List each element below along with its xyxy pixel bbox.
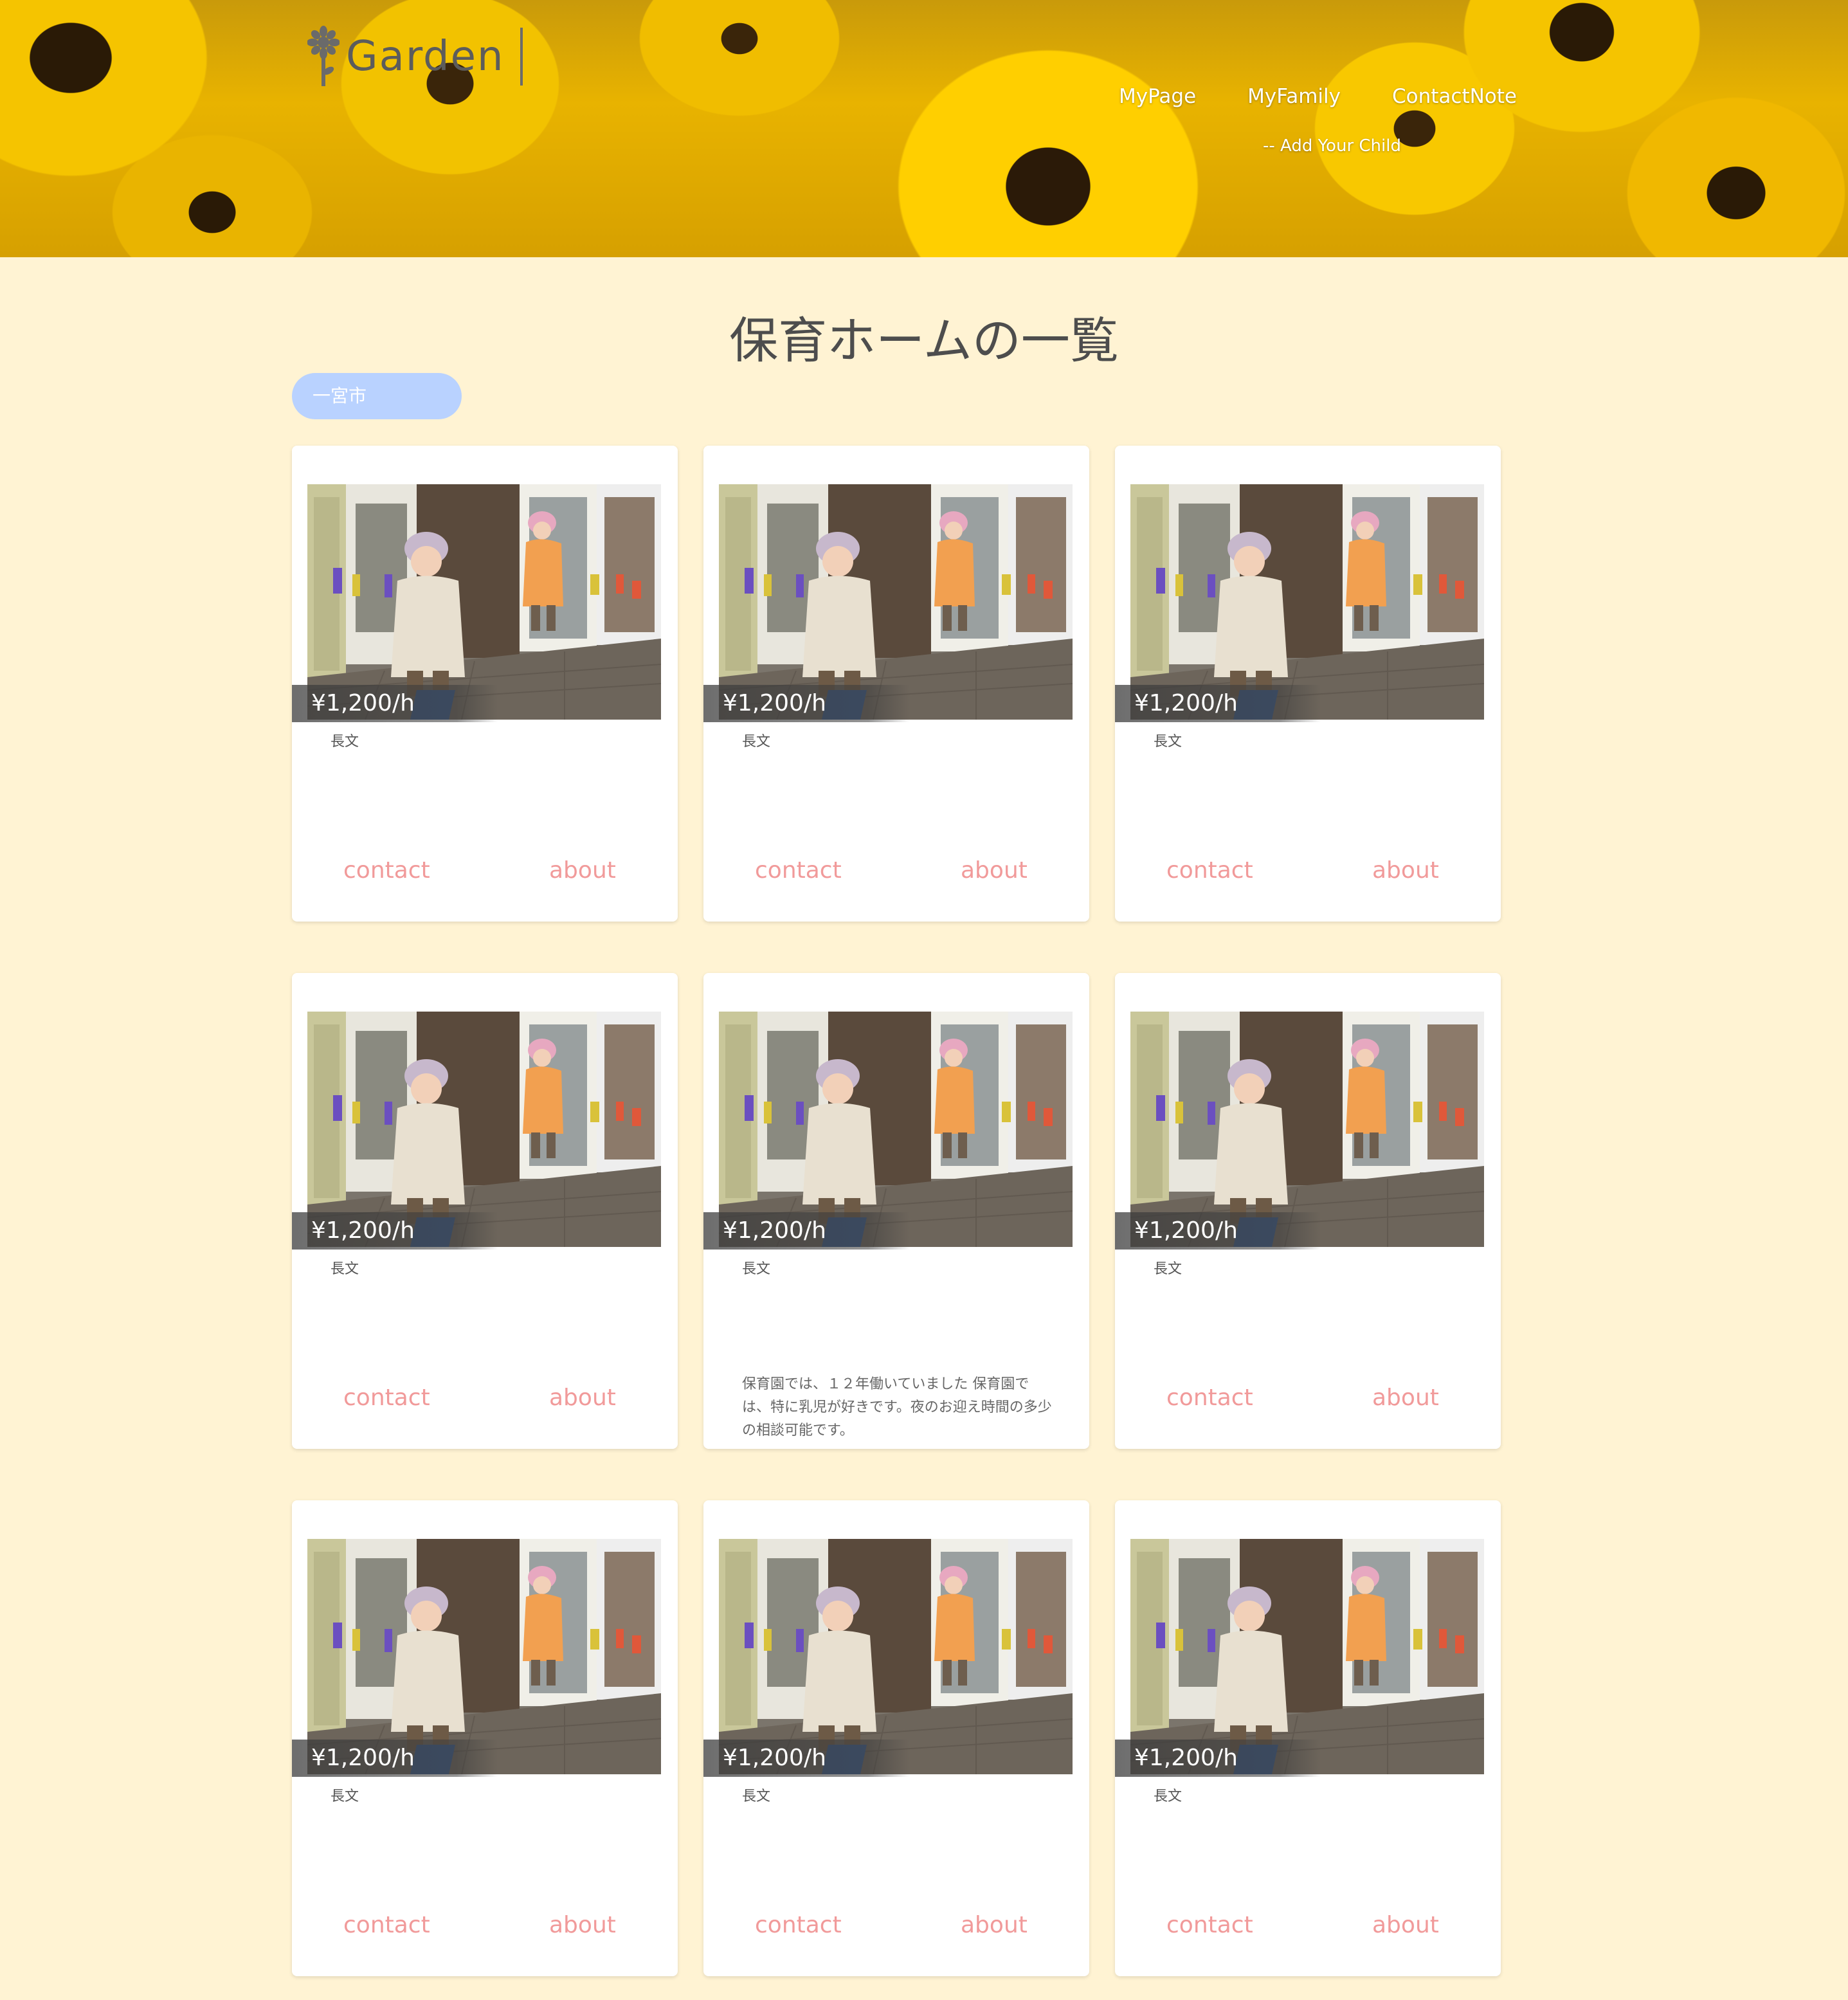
price-tag: ¥1,200/h <box>703 685 909 722</box>
card-summary: 長文 <box>331 734 359 750</box>
about-button[interactable]: about <box>549 1912 616 1938</box>
nursery-card: ¥1,200/h 長文 contact about <box>292 446 678 922</box>
card-description: 保育園では、１２年働いていました 保育園では、特に乳児が好きです。夜のお迎え時間… <box>742 1376 1052 1439</box>
logo-divider <box>520 27 523 86</box>
about-button[interactable]: about <box>961 857 1028 884</box>
price-tag: ¥1,200/h <box>292 685 498 722</box>
price-tag: ¥1,200/h <box>1115 1740 1321 1777</box>
nursery-card: ¥1,200/h 長文 contact about <box>1115 446 1501 922</box>
nursery-card: ¥1,200/h 長文 contact about <box>1115 973 1501 1449</box>
card-summary: 長文 <box>742 1261 771 1277</box>
price-tag: ¥1,200/h <box>1115 1212 1321 1250</box>
nursery-card: ¥1,200/h 長文 contact about <box>703 1500 1089 1976</box>
main-nav: MyPage MyFamily ContactNote <box>1119 85 1517 108</box>
contact-button[interactable]: contact <box>1166 857 1253 884</box>
price-tag: ¥1,200/h <box>703 1212 909 1250</box>
card-summary: 長文 <box>331 1788 359 1805</box>
contact-button[interactable]: contact <box>755 857 842 884</box>
card-summary: 長文 <box>1154 1261 1182 1277</box>
price-tag: ¥1,200/h <box>703 1740 909 1777</box>
price-tag: ¥1,200/h <box>292 1740 498 1777</box>
about-button[interactable]: about <box>1372 1385 1439 1411</box>
contact-button[interactable]: contact <box>755 1912 842 1938</box>
contact-button[interactable]: contact <box>1166 1385 1253 1411</box>
sunflower-logo-icon <box>307 26 340 86</box>
about-button[interactable]: about <box>549 1385 616 1411</box>
card-summary: 長文 <box>1154 734 1182 750</box>
nav-contactnote[interactable]: ContactNote <box>1392 85 1517 108</box>
area-filter-pill[interactable]: 一宮市 <box>292 373 462 419</box>
nursery-card: ¥1,200/h 長文 contact about <box>703 446 1089 922</box>
nav-mypage[interactable]: MyPage <box>1119 85 1196 108</box>
price-tag: ¥1,200/h <box>292 1212 498 1250</box>
nursery-card: ¥1,200/h 長文保育園では、１２年働いていました 保育園では、特に乳児が好き… <box>703 973 1089 1449</box>
page-title: 保育ホームの一覧 <box>729 312 1119 369</box>
card-summary: 長文 <box>1154 1788 1182 1805</box>
nav-myfamily[interactable]: MyFamily <box>1247 85 1341 108</box>
about-button[interactable]: about <box>1372 1912 1439 1938</box>
price-tag: ¥1,200/h <box>1115 685 1321 722</box>
nursery-card: ¥1,200/h 長文 contact about <box>292 973 678 1449</box>
contact-button[interactable]: contact <box>1166 1912 1253 1938</box>
garden-logo[interactable]: Garden <box>307 26 523 87</box>
logo-text: Garden <box>346 32 505 80</box>
contact-button[interactable]: contact <box>343 1912 430 1938</box>
contact-button[interactable]: contact <box>343 1385 430 1411</box>
contact-button[interactable]: contact <box>343 857 430 884</box>
header-hero-banner: Garden MyPage MyFamily ContactNote -- Ad… <box>0 0 1848 257</box>
about-button[interactable]: about <box>961 1912 1028 1938</box>
card-summary: 長文 <box>331 1261 359 1277</box>
nursery-card: ¥1,200/h 長文 contact about <box>1115 1500 1501 1976</box>
about-button[interactable]: about <box>549 857 616 884</box>
card-summary: 長文 <box>742 1788 771 1805</box>
nursery-card: ¥1,200/h 長文 contact about <box>292 1500 678 1976</box>
nav-add-your-child[interactable]: -- Add Your Child <box>1263 136 1401 156</box>
about-button[interactable]: about <box>1372 857 1439 884</box>
card-summary: 長文 <box>742 734 771 750</box>
